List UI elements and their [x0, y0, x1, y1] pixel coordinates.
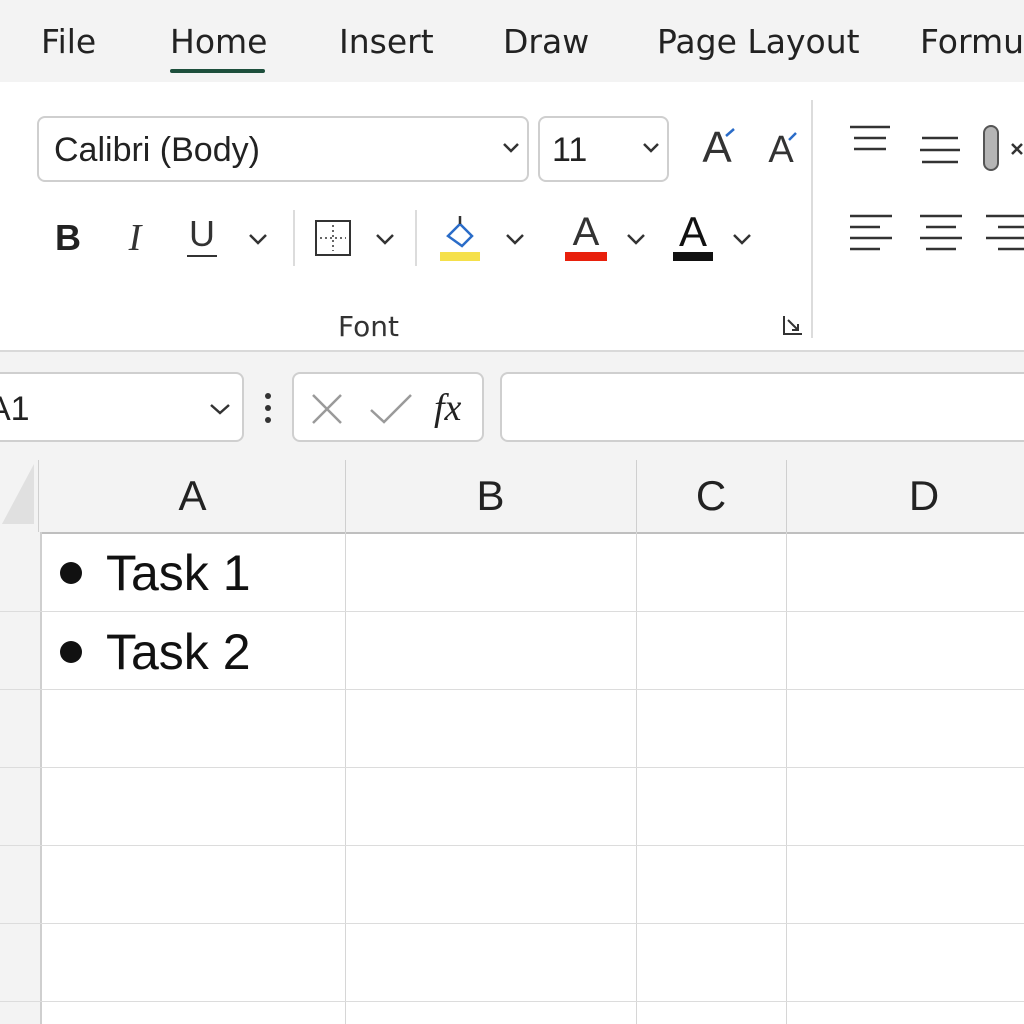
fill-color-button[interactable] [438, 214, 482, 264]
underline-bar [187, 255, 217, 257]
gridline-vertical [636, 532, 637, 1024]
bold-icon: B [55, 217, 81, 258]
column-header-a[interactable]: A [40, 460, 345, 532]
chevron-down-icon [208, 402, 232, 416]
column-header-c[interactable]: C [636, 460, 786, 532]
cell-a1[interactable]: Task 1 [40, 533, 345, 611]
tab-page-layout[interactable]: Page Layout [657, 20, 860, 64]
text-color-chevron-icon[interactable] [731, 232, 753, 246]
underline-button[interactable]: U [180, 208, 224, 264]
ribbon-tab-bar: File Home Insert Draw Page Layout Formu [0, 0, 1024, 82]
text-color-icon: A [678, 208, 707, 255]
active-tab-indicator [170, 69, 265, 73]
tab-insert[interactable]: Insert [339, 20, 434, 64]
align-right-icon[interactable] [984, 213, 1024, 257]
align-middle-icon[interactable] [918, 134, 962, 170]
font-size-value: 11 [552, 131, 588, 169]
column-header-b[interactable]: B [345, 460, 636, 532]
font-color-swatch [565, 252, 607, 261]
align-top-icon[interactable] [848, 124, 892, 158]
font-name-dropdown[interactable]: Calibri (Body) [37, 116, 529, 182]
text-color-button[interactable]: A [671, 210, 715, 264]
gridline-horizontal [0, 689, 1024, 690]
tab-file[interactable]: File [41, 20, 96, 64]
increase-font-size-button[interactable]: A [692, 120, 742, 176]
underline-options-chevron-icon[interactable] [247, 232, 269, 246]
header-divider [345, 460, 346, 532]
more-options-icon[interactable] [263, 392, 273, 428]
fill-color-swatch [440, 252, 480, 261]
tab-home[interactable]: Home [170, 20, 267, 64]
text-color-swatch [673, 252, 713, 261]
ribbon-group-separator [811, 100, 813, 338]
font-color-icon: A [572, 210, 600, 254]
select-all-button[interactable] [0, 462, 36, 526]
header-divider [636, 460, 637, 532]
italic-icon: I [128, 217, 142, 259]
fill-color-chevron-icon[interactable] [504, 232, 526, 246]
arrow-up-icon [725, 128, 735, 137]
header-divider [38, 460, 39, 532]
bold-button[interactable]: B [48, 210, 88, 266]
header-divider [786, 460, 787, 532]
gridline-horizontal [0, 923, 1024, 924]
underline-icon: U [189, 213, 215, 254]
bullet-icon [60, 562, 82, 584]
formula-input[interactable] [500, 372, 1024, 442]
name-box-value: A1 [0, 390, 30, 428]
chevron-down-icon [642, 142, 660, 154]
cell-text: Task 2 [106, 624, 251, 680]
font-color-button[interactable]: A [564, 210, 608, 264]
gridline-horizontal [0, 845, 1024, 846]
font-group-label: Font [338, 310, 399, 343]
font-dialog-launcher-icon[interactable] [782, 314, 804, 340]
font-color-chevron-icon[interactable] [625, 232, 647, 246]
italic-button[interactable]: I [115, 210, 155, 266]
cancel-icon[interactable] [310, 392, 344, 430]
gridline-vertical [786, 532, 787, 1024]
gridline-horizontal [0, 767, 1024, 768]
name-box[interactable]: A1 [0, 372, 244, 442]
cell-text: Task 1 [106, 545, 251, 601]
font-size-dropdown[interactable]: 11 [538, 116, 669, 182]
decrease-font-size-button[interactable]: A [759, 124, 803, 176]
tab-formulas[interactable]: Formu [920, 20, 1024, 64]
borders-button[interactable] [313, 218, 353, 258]
borders-icon [315, 220, 351, 256]
borders-options-chevron-icon[interactable] [374, 232, 396, 246]
formula-actions: fx [292, 372, 484, 442]
cell-a2[interactable]: Task 2 [40, 612, 345, 689]
font-name-value: Calibri (Body) [54, 131, 260, 169]
align-left-icon[interactable] [848, 213, 894, 257]
row-header-column [0, 532, 42, 1024]
chevron-down-icon [502, 142, 520, 154]
enter-check-icon[interactable] [368, 392, 414, 430]
insert-function-fx-icon[interactable]: fx [434, 386, 461, 430]
gridline-vertical [345, 532, 346, 1024]
toolbar-divider [415, 210, 417, 266]
toolbar-divider [293, 210, 295, 266]
column-header-d[interactable]: D [786, 460, 1024, 532]
tab-draw[interactable]: Draw [503, 20, 589, 64]
arrow-down-icon [788, 132, 797, 141]
gridline-horizontal [0, 1001, 1024, 1002]
align-center-icon[interactable] [918, 213, 964, 257]
bullet-icon [60, 641, 82, 663]
paint-bucket-icon [446, 216, 474, 248]
orientation-icon[interactable] [982, 124, 1024, 178]
